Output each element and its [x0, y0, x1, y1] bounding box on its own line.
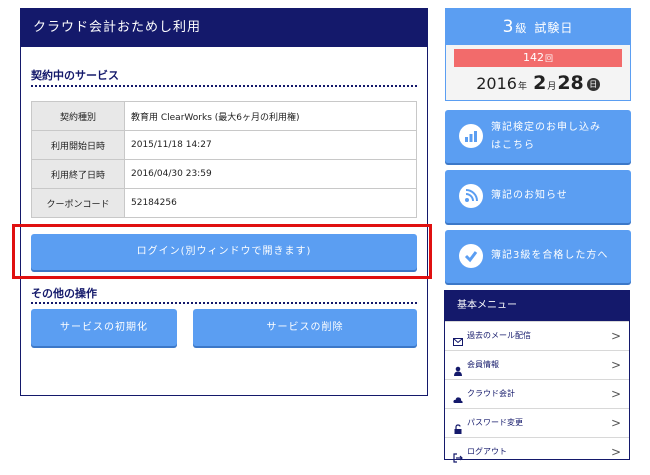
start-date-label: 利用開始日時	[31, 130, 125, 160]
grade-number: 3	[502, 17, 514, 37]
contract-table: 契約種別 教育用 ClearWorks (最大6ヶ月の利用権) 利用開始日時 2…	[31, 101, 417, 218]
chevron-right-icon: >	[610, 416, 621, 430]
exam-count-unit: 回	[545, 54, 553, 63]
passed-level3-label: 簿記3級を合格した方へ	[491, 250, 609, 261]
basic-menu: 基本メニュー 過去のメール配信 > 会員情報 > クラウド会計 > パスワード変…	[444, 290, 630, 463]
menu-item-label: クラウド会計	[467, 389, 515, 398]
trial-panel: クラウド会計おためし利用 契約中のサービス 契約種別 教育用 ClearWork…	[20, 8, 428, 396]
boki-news-label: 簿記のお知らせ	[491, 190, 568, 201]
apply-label-line1: 簿記検定のお申し込み	[491, 122, 601, 133]
boki-news-button[interactable]: 簿記のお知らせ	[445, 170, 631, 223]
other-section-title: その他の操作	[31, 287, 97, 300]
highlight-box	[12, 224, 432, 279]
chevron-right-icon: >	[610, 358, 621, 372]
exam-date: 2016年 2月28 日	[446, 72, 630, 94]
start-date-value: 2015/11/18 14:27	[124, 130, 417, 160]
check-circle-icon	[459, 244, 483, 268]
table-row: 契約種別 教育用 ClearWorks (最大6ヶ月の利用権)	[31, 101, 417, 131]
year-unit: 年	[517, 82, 527, 92]
unlock-icon	[453, 418, 463, 434]
table-row: 利用開始日時 2015/11/18 14:27	[31, 130, 417, 160]
divider	[31, 302, 417, 304]
exam-title: 試験日	[534, 21, 574, 35]
panel-title: クラウド会計おためし利用	[21, 9, 427, 47]
end-date-value: 2016/04/30 23:59	[124, 159, 417, 189]
rss-icon	[459, 184, 483, 208]
exam-day: 28	[557, 72, 584, 94]
logout-icon	[453, 447, 463, 463]
passed-level3-button[interactable]: 簿記3級を合格した方へ	[445, 230, 631, 283]
weekday-badge: 日	[586, 78, 600, 91]
apply-label-line2: はこちら	[491, 140, 535, 151]
reset-service-button[interactable]: サービスの初期化	[31, 309, 177, 346]
menu-item-member-info[interactable]: 会員情報 >	[445, 350, 629, 379]
delete-service-button[interactable]: サービスの削除	[193, 309, 417, 346]
menu-item-label: パスワード変更	[467, 418, 523, 427]
exam-count-badge: 142回	[454, 49, 622, 67]
mail-icon	[453, 331, 463, 346]
menu-item-label: ログアウト	[467, 447, 507, 456]
coupon-code-value: 52184256	[124, 188, 417, 218]
cloud-icon	[453, 389, 463, 403]
exam-date-box: 3 級試験日 142回 2016年 2月28 日	[445, 8, 631, 101]
contract-type-label: 契約種別	[31, 101, 125, 131]
end-date-label: 利用終了日時	[31, 159, 125, 189]
divider	[31, 85, 417, 87]
chart-icon	[459, 124, 483, 148]
exam-month: 2	[533, 72, 547, 94]
contract-section-title: 契約中のサービス	[31, 69, 119, 82]
menu-item-label: 過去のメール配信	[467, 331, 531, 340]
menu-item-mail-history[interactable]: 過去のメール配信 >	[445, 321, 629, 350]
table-row: 利用終了日時 2016/04/30 23:59	[31, 159, 417, 189]
chevron-right-icon: >	[610, 329, 621, 343]
month-unit: 月	[547, 82, 557, 92]
grade-unit: 級	[515, 22, 527, 35]
menu-item-logout[interactable]: ログアウト >	[445, 437, 629, 466]
table-row: クーポンコード 52184256	[31, 188, 417, 218]
exam-year: 2016	[476, 74, 517, 93]
exam-header: 3 級試験日	[446, 9, 630, 45]
menu-item-label: 会員情報	[467, 360, 499, 369]
menu-item-password-change[interactable]: パスワード変更 >	[445, 408, 629, 437]
exam-count: 142	[523, 51, 544, 64]
coupon-code-label: クーポンコード	[31, 188, 125, 218]
contract-type-value: 教育用 ClearWorks (最大6ヶ月の利用権)	[124, 101, 417, 131]
basic-menu-title: 基本メニュー	[445, 291, 629, 321]
chevron-right-icon: >	[610, 445, 621, 459]
user-icon	[453, 360, 463, 376]
apply-exam-button[interactable]: 簿記検定のお申し込み はこちら	[445, 110, 631, 163]
chevron-right-icon: >	[610, 387, 621, 401]
menu-item-cloud-accounting[interactable]: クラウド会計 >	[445, 379, 629, 408]
